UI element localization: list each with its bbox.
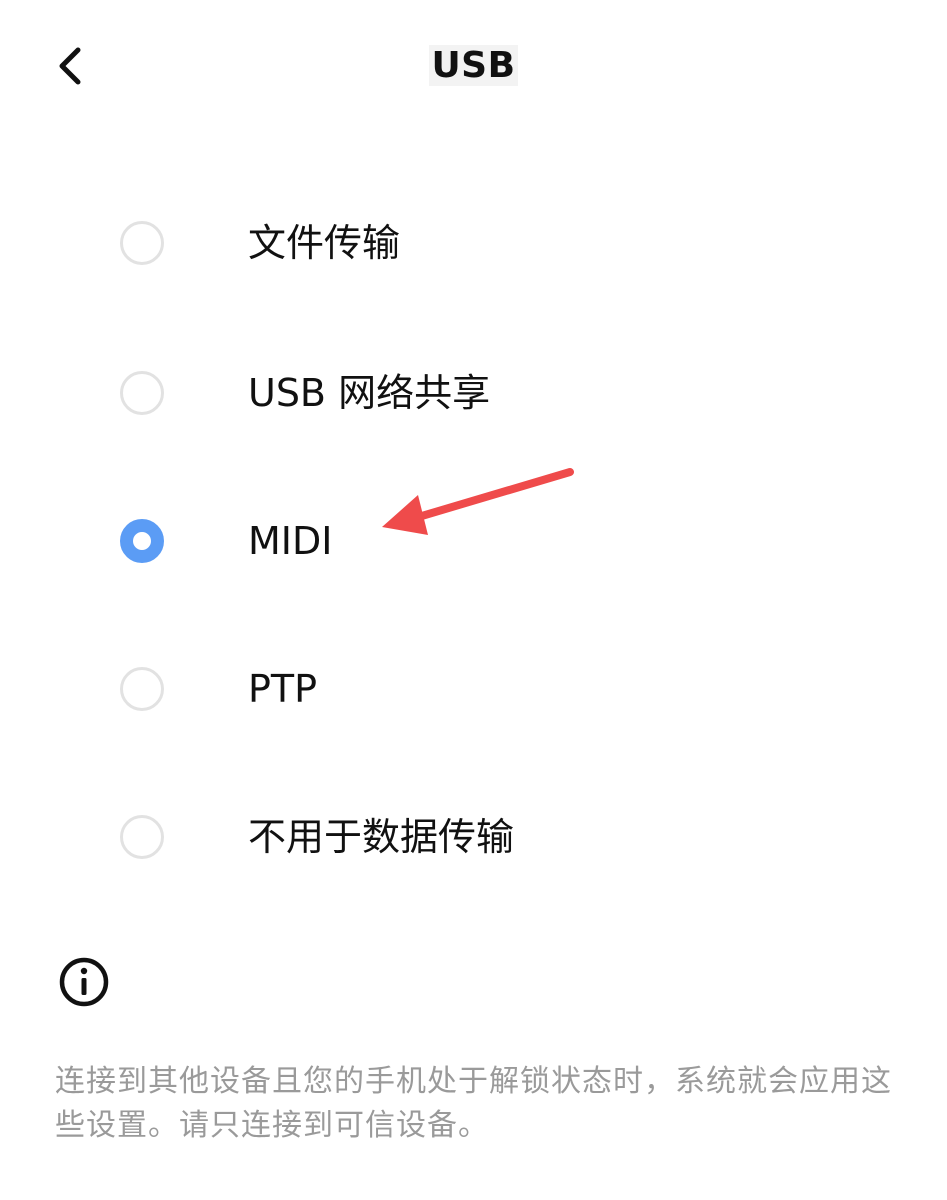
option-label: USB 网络共享 — [248, 371, 491, 415]
option-midi[interactable]: MIDI — [90, 486, 850, 596]
option-label: 文件传输 — [248, 221, 401, 265]
info-description: 连接到其他设备且您的手机处于解锁状态时，系统就会应用这些设置。请只连接到可信设备… — [55, 1064, 892, 1143]
option-label: 不用于数据传输 — [248, 815, 515, 859]
option-no-data-transfer[interactable]: 不用于数据传输 — [90, 782, 850, 892]
radio-button-selected[interactable] — [120, 519, 164, 563]
info-icon — [59, 957, 109, 1007]
radio-button[interactable] — [120, 667, 164, 711]
option-file-transfer[interactable]: 文件传输 — [90, 188, 850, 298]
app-header: USB — [0, 0, 947, 130]
option-label: MIDI — [248, 519, 333, 563]
option-usb-tethering[interactable]: USB 网络共享 — [90, 338, 850, 448]
radio-button[interactable] — [120, 815, 164, 859]
page-title-text: USB — [429, 45, 518, 86]
page-title: USB — [0, 40, 947, 92]
option-ptp[interactable]: PTP — [90, 634, 850, 744]
radio-button[interactable] — [120, 221, 164, 265]
option-label: PTP — [248, 667, 318, 711]
radio-button[interactable] — [120, 371, 164, 415]
